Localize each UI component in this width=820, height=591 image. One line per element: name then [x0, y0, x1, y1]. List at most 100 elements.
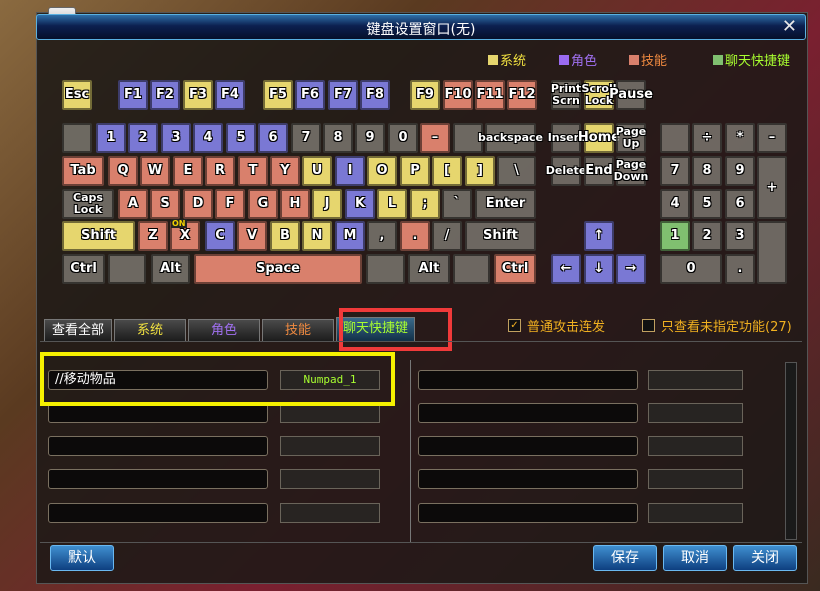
key-end[interactable]: End	[584, 156, 614, 186]
key-space[interactable]: Space	[194, 254, 362, 284]
key-assign-field[interactable]	[648, 436, 743, 456]
key-f12[interactable]: F12	[507, 80, 537, 110]
key-l[interactable]: L	[377, 189, 407, 219]
key-alt[interactable]: Alt	[408, 254, 450, 284]
key-assign-field[interactable]	[648, 370, 743, 390]
key-6[interactable]: 6	[258, 123, 288, 153]
key-b[interactable]: B	[270, 221, 300, 251]
key-j[interactable]: J	[312, 189, 342, 219]
key-/[interactable]: /	[432, 221, 462, 251]
scrollbar[interactable]	[785, 362, 797, 540]
tab-2[interactable]: 角色	[188, 319, 260, 341]
key-h[interactable]: H	[280, 189, 310, 219]
close-button[interactable]: 关闭	[733, 545, 797, 571]
key-5[interactable]: 5	[692, 189, 722, 219]
tab-3[interactable]: 技能	[262, 319, 334, 341]
key-alt[interactable]: Alt	[151, 254, 190, 284]
key-delete[interactable]: Delete	[546, 156, 586, 186]
key-4[interactable]: 4	[660, 189, 690, 219]
key-assign-field[interactable]	[648, 403, 743, 423]
key-assign-field[interactable]	[280, 436, 380, 456]
key-assign-field[interactable]	[648, 469, 743, 489]
key-n[interactable]: N	[302, 221, 332, 251]
key-ctrl[interactable]: Ctrl	[494, 254, 536, 284]
key-u[interactable]: U	[302, 156, 332, 186]
key-5[interactable]: 5	[226, 123, 256, 153]
key-;[interactable]: ;	[410, 189, 440, 219]
key-9[interactable]: 9	[725, 156, 755, 186]
key-insert[interactable]: Insert	[548, 123, 584, 153]
auto-attack-checkbox[interactable]: ✓ 普通攻击连发	[508, 316, 605, 335]
key-+[interactable]: +	[757, 156, 787, 219]
key-assign-field[interactable]	[280, 469, 380, 489]
save-button[interactable]: 保存	[593, 545, 657, 571]
key-\[interactable]: \	[497, 156, 536, 186]
key-6[interactable]: 6	[725, 189, 755, 219]
command-input[interactable]	[418, 503, 638, 523]
key-–[interactable]: –	[420, 123, 450, 153]
key-assign-field[interactable]	[280, 503, 380, 523]
key-blank[interactable]	[108, 254, 146, 284]
key-assign-field[interactable]	[280, 403, 380, 423]
key-print-scrn[interactable]: Print Scrn	[551, 80, 581, 110]
key-k[interactable]: K	[345, 189, 375, 219]
tab-1[interactable]: 系统	[114, 319, 186, 341]
key-assign-field[interactable]	[648, 503, 743, 523]
key-0[interactable]: 0	[660, 254, 722, 284]
close-icon[interactable]: ✕	[782, 16, 797, 37]
command-input[interactable]	[418, 469, 638, 489]
key-f11[interactable]: F11	[475, 80, 505, 110]
key-f7[interactable]: F7	[328, 80, 358, 110]
key-8[interactable]: 8	[692, 156, 722, 186]
key-ctrl[interactable]: Ctrl	[62, 254, 105, 284]
key-page-down[interactable]: Page Down	[614, 156, 648, 186]
key-blank[interactable]	[366, 254, 405, 284]
key-a[interactable]: A	[118, 189, 148, 219]
key-f10[interactable]: F10	[443, 80, 473, 110]
key-f[interactable]: F	[215, 189, 245, 219]
key-9[interactable]: 9	[355, 123, 385, 153]
key-c[interactable]: C	[205, 221, 235, 251]
command-input[interactable]	[418, 436, 638, 456]
key-↑[interactable]: ↑	[584, 221, 614, 251]
tab-0[interactable]: 查看全部	[44, 319, 112, 341]
key-enter[interactable]: Enter	[475, 189, 536, 219]
key-shift[interactable]: Shift	[465, 221, 536, 251]
key-m[interactable]: M	[335, 221, 365, 251]
key-d[interactable]: D	[183, 189, 213, 219]
key-t[interactable]: T	[238, 156, 268, 186]
key-1[interactable]: 1	[660, 221, 690, 251]
key-esc[interactable]: Esc	[62, 80, 92, 110]
key-7[interactable]: 7	[291, 123, 321, 153]
key-`[interactable]: `	[442, 189, 472, 219]
unassigned-only-checkbox[interactable]: 只查看未指定功能(27)	[642, 316, 792, 335]
key-3[interactable]: 3	[725, 221, 755, 251]
key-tab[interactable]: Tab	[62, 156, 104, 186]
key-2[interactable]: 2	[692, 221, 722, 251]
key-blank[interactable]	[660, 123, 690, 153]
key-÷[interactable]: ÷	[692, 123, 722, 153]
key-pause[interactable]: Pause	[609, 80, 653, 110]
key-,[interactable]: ,	[367, 221, 397, 251]
key-g[interactable]: G	[248, 189, 278, 219]
key-f3[interactable]: F3	[183, 80, 213, 110]
key-f9[interactable]: F9	[410, 80, 440, 110]
cancel-button[interactable]: 取消	[663, 545, 727, 571]
key-→[interactable]: →	[616, 254, 646, 284]
key-v[interactable]: V	[237, 221, 267, 251]
key-i[interactable]: I	[335, 156, 365, 186]
key-–[interactable]: –	[757, 123, 787, 153]
key-8[interactable]: 8	[323, 123, 353, 153]
key-1[interactable]: 1	[96, 123, 126, 153]
key-*[interactable]: *	[725, 123, 755, 153]
key-o[interactable]: O	[367, 156, 397, 186]
key-q[interactable]: Q	[108, 156, 138, 186]
key-f6[interactable]: F6	[295, 80, 325, 110]
command-input[interactable]	[48, 436, 268, 456]
default-button[interactable]: 默认	[50, 545, 114, 571]
key-[[interactable]: [	[432, 156, 462, 186]
key-4[interactable]: 4	[193, 123, 223, 153]
key-p[interactable]: P	[400, 156, 430, 186]
command-input[interactable]	[48, 403, 268, 423]
key-z[interactable]: Z	[138, 221, 168, 251]
